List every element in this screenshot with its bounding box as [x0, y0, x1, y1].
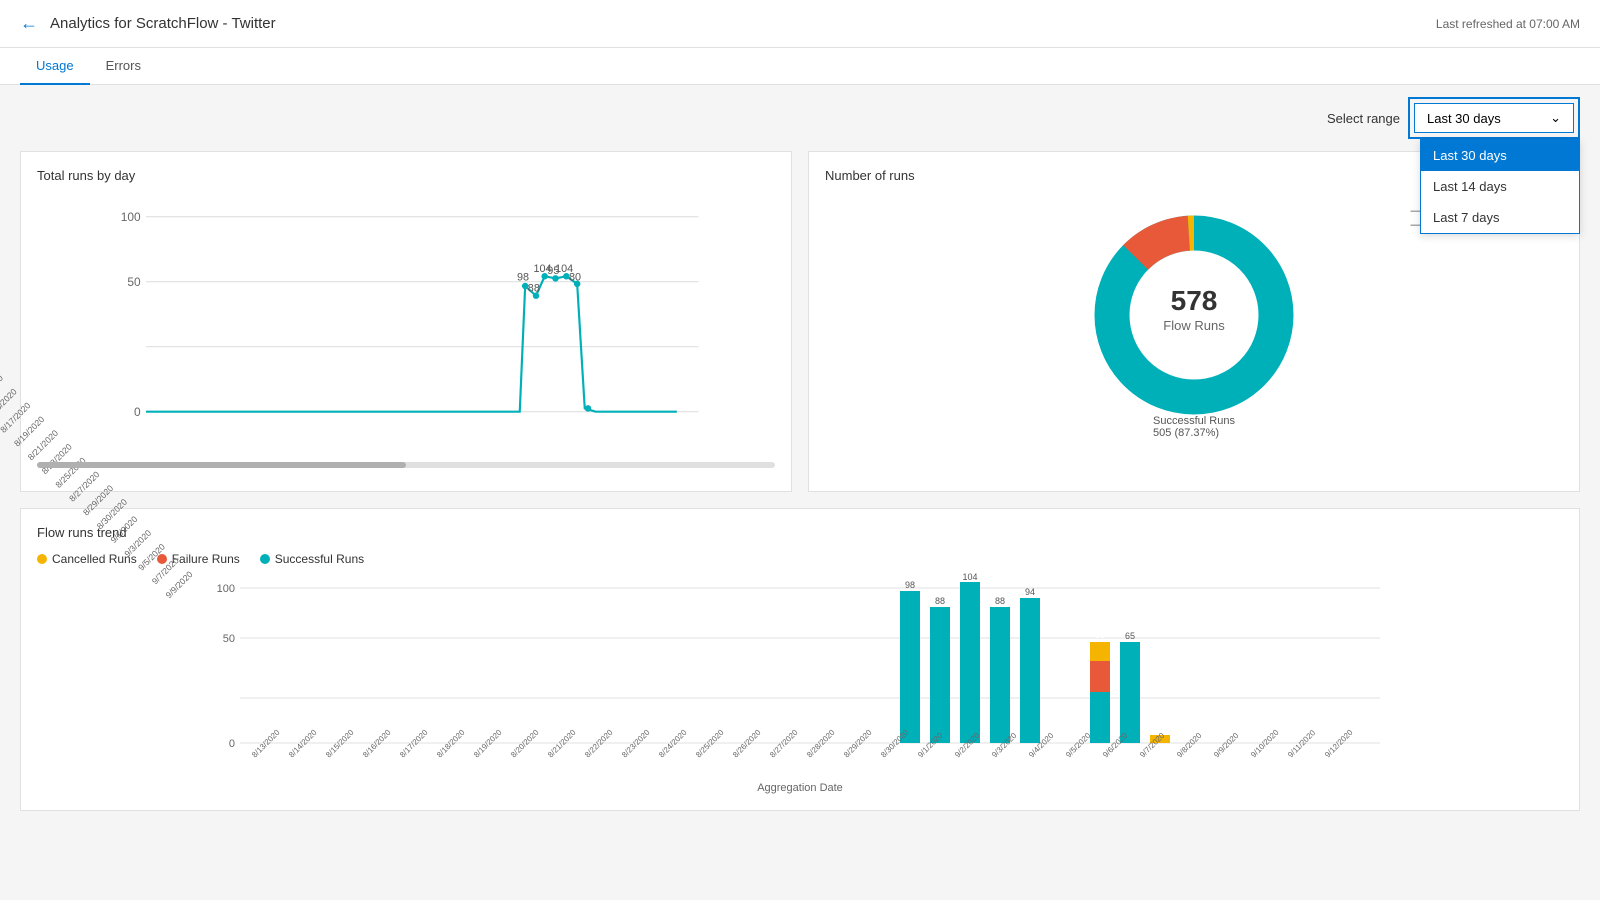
line-chart-area: 100 50 0 98 88 104 95 104 80	[37, 195, 775, 455]
tab-errors[interactable]: Errors	[90, 48, 157, 85]
header: ← Analytics for ScratchFlow - Twitter La…	[0, 0, 1600, 48]
legend-cancelled: Cancelled Runs	[37, 552, 137, 566]
bar-chart-card: Flow runs trend Cancelled Runs Failure R…	[20, 508, 1580, 811]
line-chart-card: Total runs by day 100 50 0	[20, 151, 792, 492]
svg-text:88: 88	[995, 596, 1005, 606]
svg-text:88: 88	[528, 282, 540, 294]
bar-chart-area: 100 50 0 98 88 104 88	[37, 578, 1563, 778]
page-title: Analytics for ScratchFlow - Twitter	[50, 15, 276, 32]
svg-text:Flow Runs: Flow Runs	[1163, 318, 1225, 333]
tabs-bar: Usage Errors	[0, 48, 1600, 85]
line-chart-title: Total runs by day	[37, 168, 775, 183]
svg-text:50: 50	[127, 275, 141, 289]
dropdown-menu: Last 30 days Last 14 days Last 7 days	[1420, 139, 1580, 234]
svg-text:98: 98	[905, 580, 915, 590]
successful-runs-label: Successful Runs	[1153, 415, 1235, 427]
chevron-down-icon: ⌄	[1550, 110, 1561, 126]
failure-label: Failure Runs	[172, 552, 240, 566]
line-chart-svg: 100 50 0 98 88 104 95 104 80	[37, 195, 775, 455]
bar-chart-svg: 100 50 0 98 88 104 88	[37, 578, 1563, 778]
chart-scrollbar[interactable]	[37, 462, 775, 468]
successful-runs-value: 505 (87.37%)	[1153, 427, 1219, 439]
donut-svg: 578 Flow Runs	[1064, 195, 1324, 435]
successful-dot	[260, 554, 270, 564]
svg-text:100: 100	[217, 583, 235, 595]
svg-text:104: 104	[962, 572, 977, 582]
last-refreshed: Last refreshed at 07:00 AM	[1436, 17, 1580, 31]
dropdown-item-7days[interactable]: Last 7 days	[1421, 202, 1579, 233]
cancelled-dot	[37, 554, 47, 564]
bar-chart-title: Flow runs trend	[37, 525, 1563, 540]
top-charts-row: Total runs by day 100 50 0	[20, 151, 1580, 492]
dropdown-item-30days[interactable]: Last 30 days	[1421, 140, 1579, 171]
svg-text:65: 65	[1125, 631, 1135, 641]
bar-823	[960, 582, 980, 743]
donut-area: — Cancelled Runs 6 (1.04%) — Failure Run…	[825, 195, 1563, 475]
select-range-button[interactable]: Last 30 days ⌄	[1414, 103, 1574, 133]
svg-text:9/7/2020: 9/7/2020	[1138, 731, 1167, 760]
svg-text:9/5/2020: 9/5/2020	[1064, 731, 1093, 760]
bar-822	[930, 607, 950, 743]
svg-text:0: 0	[229, 738, 235, 750]
legend-successful: Successful Runs	[260, 552, 364, 566]
svg-text:9/9/2020: 9/9/2020	[1212, 731, 1241, 760]
select-range-label: Select range	[1327, 111, 1400, 126]
x-axis-title: Aggregation Date	[37, 782, 1563, 794]
bar-chart-legend: Cancelled Runs Failure Runs Successful R…	[37, 552, 1563, 566]
svg-text:94: 94	[1025, 587, 1035, 597]
bar-95-cancelled	[1090, 642, 1110, 661]
bar-95-success	[1090, 692, 1110, 743]
svg-text:100: 100	[121, 210, 141, 224]
successful-label: Successful Runs	[275, 552, 364, 566]
svg-text:33: 33	[1095, 630, 1105, 640]
svg-text:9/8/2020: 9/8/2020	[1175, 731, 1204, 760]
bar-821	[900, 591, 920, 743]
svg-text:578: 578	[1171, 285, 1218, 316]
tab-usage[interactable]: Usage	[20, 48, 90, 85]
selected-option-label: Last 30 days	[1427, 111, 1501, 126]
main-content: Total runs by day 100 50 0	[0, 151, 1600, 831]
select-range-dropdown[interactable]: Last 30 days ⌄ Last 30 days Last 14 days…	[1408, 97, 1580, 139]
dropdown-item-14days[interactable]: Last 14 days	[1421, 171, 1579, 202]
bar-96	[1120, 642, 1140, 743]
back-button[interactable]: ←	[20, 13, 38, 34]
bar-824	[990, 607, 1010, 743]
select-range-control: Select range Last 30 days ⌄ Last 30 days…	[1327, 97, 1580, 139]
donut-bottom-legend: Successful Runs 505 (87.37%)	[1153, 415, 1235, 439]
svg-text:88: 88	[935, 596, 945, 606]
bar-825	[1020, 598, 1040, 743]
bar-95-failure	[1090, 661, 1110, 692]
header-left: ← Analytics for ScratchFlow - Twitter	[20, 13, 276, 34]
svg-text:0: 0	[134, 405, 141, 419]
toolbar: Select range Last 30 days ⌄ Last 30 days…	[0, 85, 1600, 151]
svg-text:50: 50	[223, 633, 235, 645]
svg-text:9/11/2020: 9/11/2020	[1286, 728, 1317, 759]
